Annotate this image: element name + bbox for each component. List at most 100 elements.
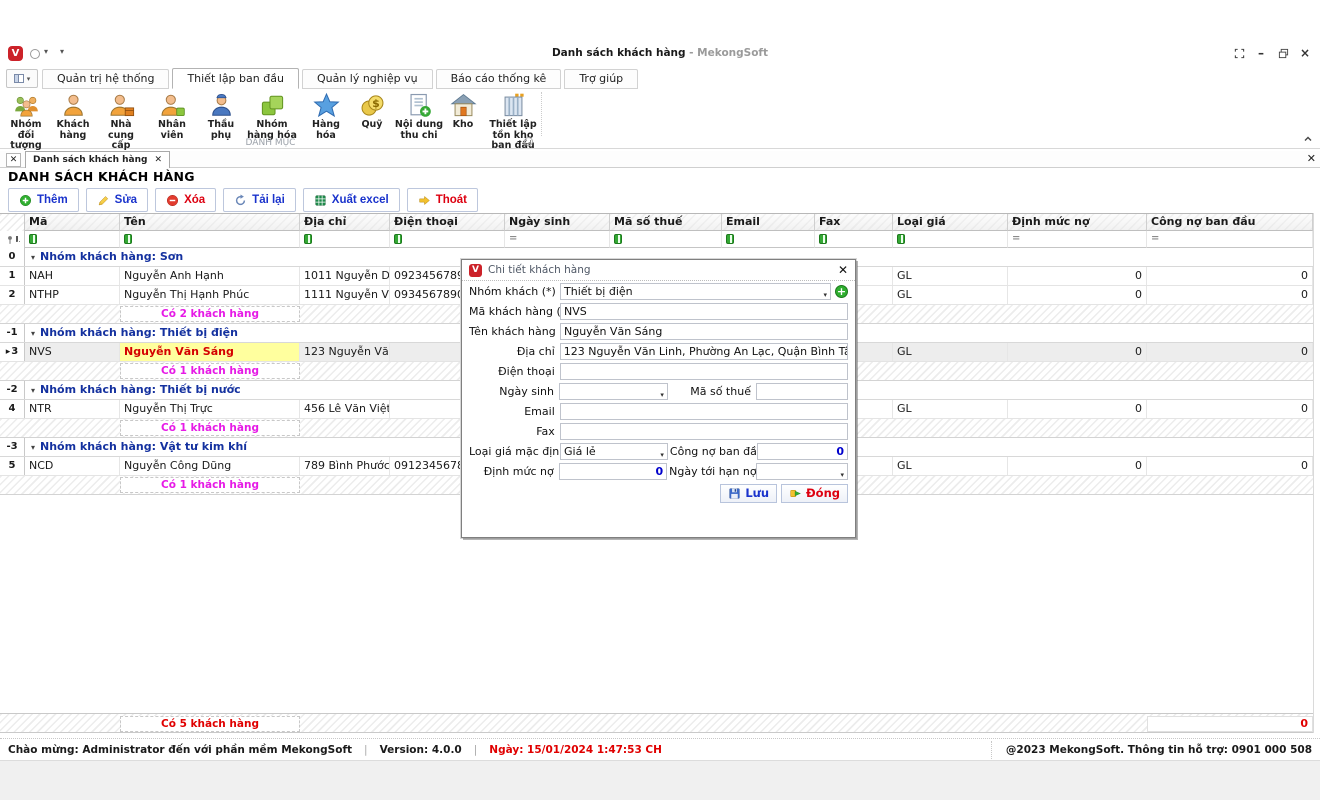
- row-indicator: -2: [0, 381, 25, 399]
- sua-button[interactable]: Sửa: [86, 188, 148, 212]
- xoa-button[interactable]: Xóa: [155, 188, 216, 212]
- fax-input[interactable]: [560, 423, 848, 440]
- save-button[interactable]: Lưu: [720, 484, 777, 503]
- cell-cong-no: 0: [1147, 343, 1313, 361]
- filter-cell[interactable]: [25, 231, 120, 248]
- ribbon-group-separator: [541, 92, 542, 136]
- toolbar-button-label: Xóa: [184, 194, 205, 206]
- thoat-button[interactable]: Thoát: [407, 188, 478, 212]
- column-header[interactable]: Tên: [120, 214, 300, 231]
- action-toolbar: Thêm Sửa Xóa Tải lại Xuất excel Thoát: [8, 188, 478, 212]
- add-group-icon[interactable]: +: [835, 285, 848, 298]
- column-header[interactable]: Mã: [25, 214, 120, 231]
- pricetype-select[interactable]: Giá lẻ▾: [560, 443, 668, 460]
- address-input[interactable]: 123 Nguyễn Văn Linh, Phường An Lạc, Quận…: [560, 343, 848, 360]
- exit-icon: [418, 194, 431, 207]
- filter-cell[interactable]: [610, 231, 722, 248]
- column-header[interactable]: Ngày sinh: [505, 214, 610, 231]
- window-minimize-icon[interactable]: –: [1254, 46, 1268, 60]
- column-header[interactable]: Mã số thuế: [610, 214, 722, 231]
- filter-pin-cell[interactable]: [0, 231, 25, 248]
- collapse-arrow-icon[interactable]: ▾: [31, 386, 35, 395]
- initial-debt-input[interactable]: 0: [757, 443, 848, 460]
- column-header[interactable]: Fax: [815, 214, 893, 231]
- customer-code-input[interactable]: NVS: [560, 303, 848, 320]
- column-header[interactable]: Loại giá: [893, 214, 1008, 231]
- filter-cell[interactable]: =: [1008, 231, 1147, 248]
- ribbon-tab-thiet-lap-ban-dau[interactable]: Thiết lập ban đầu: [172, 68, 299, 89]
- tab-danh-sach-khach-hang[interactable]: Danh sách khách hàng ✕: [25, 151, 170, 168]
- filter-cell[interactable]: [893, 231, 1008, 248]
- toolbar-button-label: Tải lại: [252, 194, 285, 206]
- cell-dinh-muc-no: 0: [1008, 267, 1147, 285]
- filter-cell[interactable]: =: [505, 231, 610, 248]
- ribbon-item-thau-phu[interactable]: Thầu phụ: [198, 91, 244, 142]
- column-header[interactable]: Định mức nợ: [1008, 214, 1147, 231]
- group-select[interactable]: Thiết bị điện▾: [560, 283, 831, 300]
- taxcode-field-label: Mã số thuế: [670, 385, 751, 398]
- row-number: 1: [9, 270, 16, 281]
- column-header[interactable]: Email: [722, 214, 815, 231]
- email-input[interactable]: [560, 403, 848, 420]
- ribbon-tab-bao-cao-thong-ke[interactable]: Báo cáo thống kê: [436, 69, 562, 89]
- column-header[interactable]: Công nợ ban đầu: [1147, 214, 1313, 231]
- cell-dia-chi: 789 Bình Phước, ...: [300, 457, 390, 475]
- filter-cell[interactable]: [300, 231, 390, 248]
- filter-cell[interactable]: [120, 231, 300, 248]
- code-field-label: Mã khách hàng (*): [469, 305, 555, 318]
- collapse-arrow-icon[interactable]: ▾: [31, 443, 35, 452]
- app-window: V ▾ ▾ Danh sách khách hàng - MekongSoft …: [0, 0, 1320, 800]
- ribbon-item-hang-hoa[interactable]: Hàng hóa: [300, 91, 352, 142]
- filter-cell[interactable]: =: [1147, 231, 1313, 248]
- customer-name-input[interactable]: Nguyễn Văn Sáng: [560, 323, 848, 340]
- tai-lai-button[interactable]: Tải lại: [223, 188, 296, 212]
- quick-access-circle-icon[interactable]: [30, 49, 40, 59]
- collapse-arrow-icon[interactable]: ▾: [31, 329, 35, 338]
- filter-cell[interactable]: [390, 231, 505, 248]
- quick-access-dropdown-icon[interactable]: ▾: [44, 47, 48, 56]
- ribbon-item-quy[interactable]: $Quỹ: [352, 91, 392, 132]
- ribbon-tab-tro-giup[interactable]: Trợ giúp: [564, 69, 638, 89]
- close-button[interactable]: Đóng: [781, 484, 848, 503]
- debt-limit-input[interactable]: 0: [559, 463, 667, 480]
- filter-cell[interactable]: [722, 231, 815, 248]
- debt-due-select[interactable]: ▾: [756, 463, 848, 480]
- chevron-down-icon: ▾: [824, 288, 828, 300]
- ribbon-item-nhan-vien[interactable]: Nhân viên: [146, 91, 198, 142]
- column-header[interactable]: Địa chỉ: [300, 214, 390, 231]
- ribbon-group-launcher-icon[interactable]: [524, 137, 533, 146]
- close-tab-button[interactable]: ✕: [6, 153, 21, 167]
- app-menu-button[interactable]: ▾: [6, 69, 38, 88]
- filter-cell[interactable]: [815, 231, 893, 248]
- cell-loai-gia: GL: [893, 286, 1008, 304]
- column-header[interactable]: Điện thoại: [390, 214, 505, 231]
- phone-input[interactable]: [560, 363, 848, 380]
- window-restore-icon[interactable]: [1276, 46, 1290, 60]
- window-close-icon[interactable]: ×: [1298, 46, 1312, 60]
- tab-close-icon[interactable]: ✕: [154, 155, 162, 165]
- ribbon-collapse-icon[interactable]: [1301, 132, 1314, 145]
- pricetype-field-label: Loại giá mặc định: [469, 445, 555, 458]
- window-fit-icon[interactable]: [1232, 46, 1246, 60]
- dialog-title-bar[interactable]: V Chi tiết khách hàng ✕: [462, 260, 855, 281]
- ribbon-tab-quan-tri-he-thong[interactable]: Quản trị hệ thống: [42, 69, 169, 89]
- ribbon-tab-quan-ly-nghiep-vu[interactable]: Quản lý nghiệp vụ: [302, 69, 433, 89]
- birthday-select[interactable]: ▾: [559, 383, 668, 400]
- cell-ma: NAH: [25, 267, 120, 285]
- warehouse-icon: [450, 92, 477, 119]
- quick-access-toolbar-dropdown-icon[interactable]: ▾: [60, 47, 64, 56]
- ribbon-item-nhom-hang-hoa[interactable]: Nhóm hàng hóa: [244, 91, 300, 142]
- collapse-arrow-icon[interactable]: ▾: [31, 253, 35, 262]
- close-button-label: Đóng: [806, 486, 840, 500]
- status-version: Version: 4.0.0: [380, 744, 462, 756]
- debt-due-field-label: Ngày tới hạn nợ: [669, 465, 751, 478]
- them-button[interactable]: Thêm: [8, 188, 79, 212]
- taxcode-input[interactable]: [756, 383, 848, 400]
- document-area-close-icon[interactable]: ✕: [1307, 152, 1316, 165]
- ribbon-item-kho[interactable]: Kho: [446, 91, 480, 132]
- dialog-close-icon[interactable]: ✕: [838, 264, 848, 276]
- ribbon-item-noi-dung-thu-chi[interactable]: Nội dung thu chi: [392, 91, 446, 142]
- ribbon-item-khach-hang[interactable]: Khách hàng: [50, 91, 96, 142]
- xuat-excel-button[interactable]: Xuất excel: [303, 188, 400, 212]
- cell-ma: NTHP: [25, 286, 120, 304]
